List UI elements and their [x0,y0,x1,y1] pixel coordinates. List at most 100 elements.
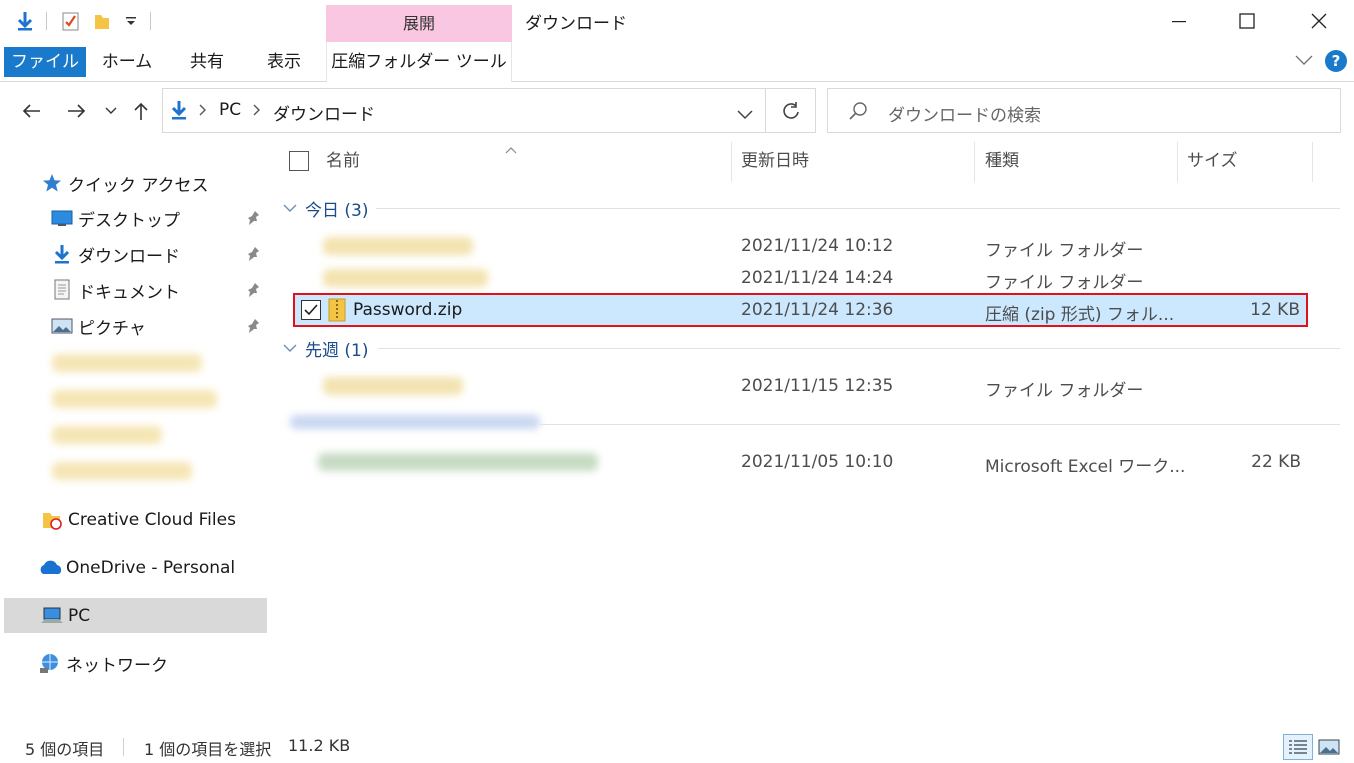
nav-label: デスクトップ [78,210,180,231]
breadcrumb-downloads[interactable]: ダウンロード [273,100,375,125]
pc-icon [40,604,64,628]
downloads-icon [50,242,74,266]
collapse-chevron-icon [283,204,297,212]
column-divider[interactable] [1312,142,1313,182]
column-modified[interactable]: 更新日時 [741,140,809,182]
large-icons-view-button[interactable] [1317,736,1341,758]
nav-downloads[interactable]: ダウンロード [0,238,267,270]
nav-label: PC [68,605,91,626]
address-history-dropdown-icon[interactable] [737,105,753,124]
row-type: 圧縮 (zip 形式) フォル... [985,305,1175,325]
pin-icon[interactable] [246,318,260,339]
nav-label: OneDrive - Personal [66,558,236,578]
redacted-nav-item [52,426,162,444]
tab-file[interactable]: ファイル [4,47,86,77]
maximize-button[interactable] [1224,6,1270,36]
group-label: 先週 (1) [305,340,369,361]
customize-toolbar-icon[interactable] [120,9,142,33]
row-name[interactable]: Password.zip [353,300,462,320]
row-type: ファイル フォルダー [985,381,1144,401]
pin-icon[interactable] [246,246,260,267]
nav-label: ネットワーク [66,655,168,676]
row-modified: 2021/11/24 10:12 [741,236,894,256]
title-bar: 展開 ダウンロード [0,0,1354,42]
status-selected-size: 11.2 KB [288,736,351,755]
group-header-today[interactable]: 今日 (3) [283,195,368,221]
nav-network[interactable]: ネットワーク [0,647,267,679]
row-modified: 2021/11/24 14:24 [741,268,894,288]
back-button[interactable] [16,95,46,127]
row-type: ファイル フォルダー [985,273,1144,293]
status-selected-count: 1 個の項目を選択 [144,740,272,759]
minimize-button[interactable] [1156,6,1202,36]
recent-locations-icon[interactable] [98,95,124,127]
column-divider[interactable] [974,142,975,182]
column-type[interactable]: 種類 [985,140,1019,182]
column-size[interactable]: サイズ [1187,140,1238,182]
up-button[interactable] [126,95,156,127]
properties-arrow-icon[interactable] [14,9,36,33]
collapse-chevron-icon [283,344,297,352]
group-divider [540,424,1340,425]
nav-label: Creative Cloud Files [68,510,236,530]
new-folder-icon[interactable] [91,9,113,33]
breadcrumb-pc[interactable]: PC [219,100,241,120]
select-all-checkbox[interactable] [289,151,309,171]
group-divider [378,348,1340,349]
details-view-button[interactable] [1283,734,1313,760]
redacted-file-name [323,237,473,255]
column-divider[interactable] [731,142,732,182]
onedrive-cloud-icon [38,556,62,580]
group-divider [376,208,1340,209]
column-divider[interactable] [1177,142,1178,182]
search-box[interactable]: ダウンロードの検索 [827,88,1341,133]
group-label: 今日 (3) [305,200,369,221]
large-icons-view-icon [1318,739,1340,755]
address-bar[interactable]: PC ダウンロード [162,88,766,133]
nav-label: ピクチャ [78,318,146,339]
network-icon [38,651,62,675]
toolbar-divider [46,12,47,30]
sort-ascending-indicator-icon [505,139,517,158]
documents-icon [50,278,74,302]
context-tab-group-label: 展開 [326,5,512,42]
close-button[interactable] [1296,6,1342,36]
group-header-last-week[interactable]: 先週 (1) [283,335,368,361]
row-modified: 2021/11/24 12:36 [741,300,894,320]
tab-home[interactable]: ホーム [95,47,159,77]
tab-share[interactable]: 共有 [180,47,234,77]
nav-label: ダウンロード [78,246,180,267]
table-row-selected[interactable]: Password.zip 2021/11/24 12:36 圧縮 (zip 形式… [293,293,1308,327]
redacted-nav-item [52,390,217,408]
nav-quick-access[interactable]: クイック アクセス [0,167,267,199]
tab-compressed-folder-tools[interactable]: 圧縮フォルダー ツール [326,42,512,82]
pin-icon[interactable] [246,210,260,231]
row-size: 22 KB [1251,452,1301,472]
nav-creative-cloud-files[interactable]: Creative Cloud Files [0,504,267,536]
toolbar-divider [150,12,151,30]
breadcrumb-chevron-icon[interactable] [199,102,207,121]
redacted-nav-item [52,354,202,372]
pin-icon[interactable] [246,282,260,303]
redacted-file-name [323,377,463,395]
checkmark-icon [304,304,318,316]
breadcrumb-chevron-icon[interactable] [253,102,261,121]
nav-pictures[interactable]: ピクチャ [0,310,267,342]
row-checkbox[interactable] [301,300,321,320]
zip-folder-icon [327,298,347,326]
properties-icon[interactable] [60,9,82,33]
row-modified: 2021/11/15 12:35 [741,376,894,396]
row-type: ファイル フォルダー [985,241,1144,261]
downloads-location-icon [169,99,189,125]
nav-pc[interactable]: PC [4,598,267,633]
nav-documents[interactable]: ドキュメント [0,274,267,306]
refresh-button[interactable] [766,88,816,133]
tab-view[interactable]: 表示 [256,47,312,77]
column-name[interactable]: 名前 [326,140,360,182]
expand-ribbon-icon[interactable] [1294,52,1314,71]
nav-desktop[interactable]: デスクトップ [0,202,267,234]
nav-label: ドキュメント [78,282,180,303]
nav-onedrive[interactable]: OneDrive - Personal [0,552,267,584]
forward-button[interactable] [62,95,92,127]
help-icon[interactable]: ? [1325,50,1347,72]
